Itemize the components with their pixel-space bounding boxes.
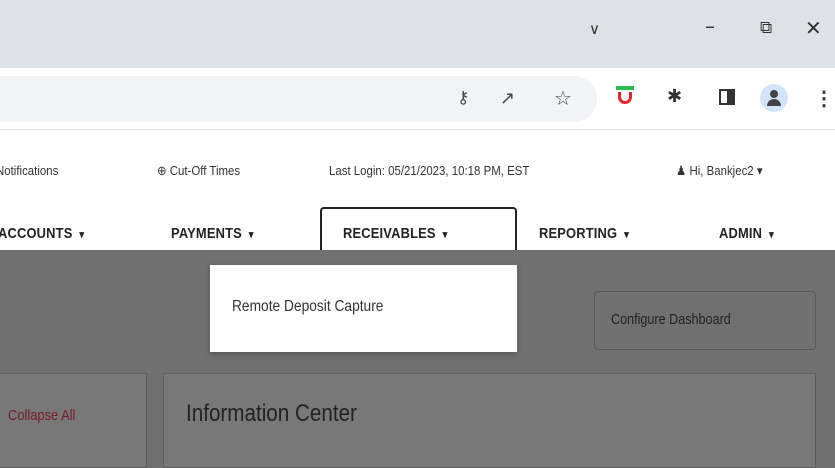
share-icon[interactable]: ↗ bbox=[500, 88, 515, 109]
browser-toolbar: ⚷ ↗ ☆ ✱ ⋮ bbox=[0, 68, 835, 130]
side-panel-icon[interactable] bbox=[719, 89, 735, 105]
chevron-down-icon: ▾ bbox=[442, 229, 448, 241]
address-bar[interactable]: ⚷ ↗ ☆ bbox=[0, 76, 597, 122]
tab-search-icon[interactable]: ∨ bbox=[589, 20, 600, 38]
nav-label: ACCOUNTS bbox=[0, 225, 73, 242]
puzzle-extensions-icon[interactable]: ✱ bbox=[667, 86, 682, 107]
last-login-text: Last Login: 05/21/2023, 10:18 PM, EST bbox=[329, 163, 530, 178]
bookmark-star-icon[interactable]: ☆ bbox=[554, 86, 572, 110]
information-center-title: Information Center bbox=[186, 400, 357, 427]
cutoff-times-label: Cut-Off Times bbox=[169, 163, 241, 178]
receivables-dropdown: Remote Deposit Capture bbox=[210, 265, 517, 352]
cutoff-times-link[interactable]: ⊕ Cut-Off Times bbox=[157, 163, 240, 179]
menu-item-remote-deposit-capture[interactable]: Remote Deposit Capture bbox=[232, 298, 383, 316]
menu-kebab-icon[interactable]: ⋮ bbox=[814, 86, 834, 111]
restore-icon[interactable]: ⧉ bbox=[760, 18, 772, 38]
user-greeting: Hi, Bankjec2 bbox=[689, 163, 754, 178]
extension-red-icon[interactable] bbox=[616, 86, 634, 106]
collapse-all-link[interactable]: Collapse All bbox=[8, 407, 75, 424]
nav-receivables[interactable]: RECEIVABLES ▾ bbox=[343, 225, 448, 242]
minimize-icon[interactable]: – bbox=[705, 14, 715, 38]
notifications-link[interactable]: Notifications bbox=[0, 163, 58, 178]
close-icon[interactable]: ✕ bbox=[805, 16, 822, 40]
browser-titlebar: ∨ – ⧉ ✕ bbox=[0, 0, 835, 68]
chevron-down-icon: ▾ bbox=[624, 229, 630, 241]
nav-admin[interactable]: ADMIN ▾ bbox=[719, 225, 774, 242]
chevron-down-icon: ▾ bbox=[769, 229, 774, 241]
nav-label: RECEIVABLES bbox=[343, 225, 436, 242]
key-icon[interactable]: ⚷ bbox=[457, 88, 469, 108]
configure-dashboard-label: Configure Dashboard bbox=[611, 311, 731, 328]
chevron-down-icon: ▾ bbox=[79, 229, 85, 241]
nav-payments[interactable]: PAYMENTS ▾ bbox=[171, 225, 254, 242]
nav-label: REPORTING bbox=[539, 225, 618, 242]
clock-icon: ⊕ bbox=[157, 163, 167, 178]
profile-icon[interactable] bbox=[760, 84, 788, 112]
nav-accounts[interactable]: ACCOUNTS ▾ bbox=[0, 225, 84, 242]
chevron-down-icon: ▾ bbox=[248, 229, 254, 241]
nav-label: ADMIN bbox=[719, 225, 763, 242]
nav-reporting[interactable]: REPORTING ▾ bbox=[539, 225, 629, 242]
user-icon: ♟ bbox=[676, 163, 687, 178]
user-menu[interactable]: ♟ Hi, Bankjec2 ▾ bbox=[676, 163, 763, 179]
nav-label: PAYMENTS bbox=[171, 225, 242, 242]
chevron-down-icon: ▾ bbox=[756, 163, 763, 178]
